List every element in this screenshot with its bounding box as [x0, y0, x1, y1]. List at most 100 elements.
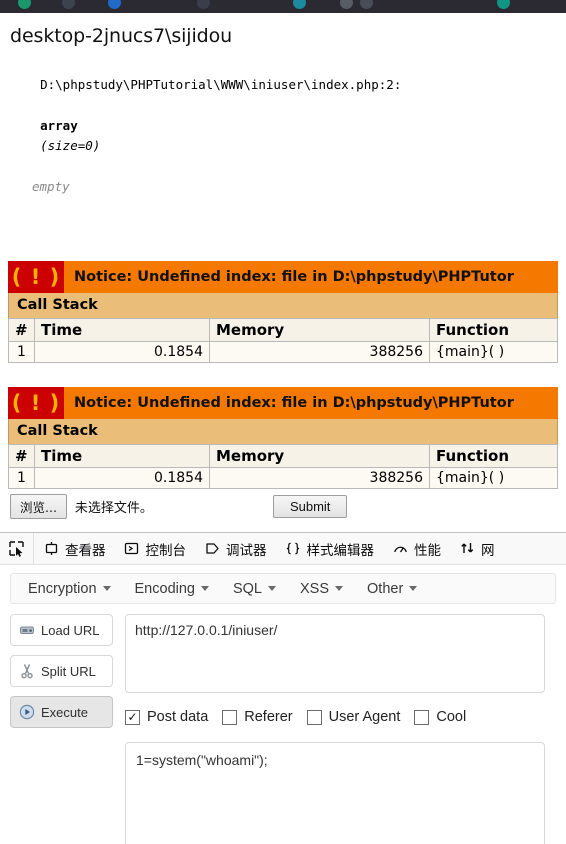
hackbar-menubar: Encryption Encoding SQL XSS Other — [10, 573, 556, 605]
load-url-button[interactable]: Load URL — [10, 614, 113, 647]
td-memory: 388256 — [209, 341, 430, 364]
checkbox-box: ✓ — [125, 709, 140, 725]
execute-button[interactable]: Execute — [10, 696, 113, 729]
menu-label: XSS — [300, 580, 330, 597]
menu-encryption[interactable]: Encryption — [19, 579, 120, 599]
menu-label: Other — [367, 580, 404, 597]
th-function: Function — [429, 444, 558, 469]
checkbox-user-agent[interactable]: User Agent — [306, 709, 401, 726]
th-time: Time — [34, 444, 210, 469]
checkbox-box — [306, 709, 322, 725]
notice-header: ( ! ) Notice: Undefined index: file in D… — [8, 387, 558, 420]
chevron-down-icon — [335, 586, 344, 592]
dump-empty: empty — [32, 178, 70, 194]
browser-icon-3[interactable] — [108, 0, 121, 9]
browser-icon-7[interactable] — [360, 0, 373, 9]
hackbar-url-area: http://127.0.0.1/iniuser/ ✓ Post data Re… — [125, 614, 556, 728]
checkbox-box — [414, 709, 430, 725]
menu-label: Encryption — [28, 580, 97, 597]
checkbox-label: User Agent — [328, 709, 401, 726]
browser-icon-4[interactable] — [197, 0, 210, 9]
call-stack-table: # Time Memory Function 1 0.1854 388256 {… — [8, 444, 558, 490]
checkbox-post-data[interactable]: ✓ Post data — [125, 709, 208, 725]
split-url-button[interactable]: Split URL — [10, 655, 113, 688]
browser-icon-5[interactable] — [293, 0, 306, 9]
load-url-icon — [19, 622, 35, 638]
td-time: 0.1854 — [34, 467, 210, 490]
browser-toolbar-strip — [0, 0, 566, 13]
button-label: Load URL — [41, 622, 100, 638]
network-icon — [459, 541, 475, 557]
xdebug-notice-1: ( ! ) Notice: Undefined index: file in D… — [8, 261, 558, 364]
warning-icon: ( ! ) — [8, 387, 64, 420]
browser-icon-6[interactable] — [340, 0, 353, 9]
dump-file-line: D:\phpstudy\PHPTutorial\WWW\iniuser\inde… — [40, 77, 402, 93]
style-editor-icon — [285, 541, 301, 557]
table-header-row: # Time Memory Function — [8, 318, 558, 343]
hackbar-checkbox-row: ✓ Post data Referer User Agent Cool — [125, 709, 556, 725]
checkbox-label: Referer — [244, 709, 293, 726]
table-row: 1 0.1854 388256 {main}( ) — [8, 467, 558, 490]
td-memory: 388256 — [209, 467, 430, 490]
menu-encoding[interactable]: Encoding — [126, 579, 218, 599]
td-time: 0.1854 — [34, 341, 210, 364]
call-stack-label: Call Stack — [8, 293, 558, 319]
button-label: Execute — [41, 704, 88, 720]
tab-label: 调试器 — [226, 542, 267, 559]
var-dump-block: D:\phpstudy\PHPTutorial\WWW\iniuser\inde… — [8, 55, 558, 237]
checkbox-referer[interactable]: Referer — [222, 709, 293, 726]
notice-message: Notice: Undefined index: file in D:\phps… — [74, 395, 514, 412]
hackbar-body: Load URL Split URL Execute http://127.0.… — [0, 604, 566, 729]
menu-xss[interactable]: XSS — [291, 579, 352, 599]
tab-debugger[interactable]: 调试器 — [195, 533, 276, 564]
element-picker-icon[interactable] — [0, 533, 34, 565]
tab-inspector[interactable]: 查看器 — [34, 533, 115, 564]
debugger-icon — [204, 541, 220, 557]
browser-icon-8[interactable] — [497, 0, 510, 9]
page-content: desktop-2jnucs7\sijidou D:\phpstudy\PHPT… — [0, 13, 566, 525]
url-input[interactable]: http://127.0.0.1/iniuser/ — [125, 614, 545, 694]
th-function: Function — [429, 318, 558, 343]
devtools-panel: 查看器 控制台 调试器 样式编辑器 性能 网 Encryption Encodi… — [0, 532, 566, 844]
tab-label: 性能 — [414, 542, 441, 559]
browse-file-button[interactable]: 浏览... — [10, 494, 67, 520]
th-memory: Memory — [209, 444, 430, 469]
devtools-toolbar: 查看器 控制台 调试器 样式编辑器 性能 网 — [0, 533, 566, 566]
menu-other[interactable]: Other — [358, 579, 426, 599]
th-number: # — [8, 444, 35, 469]
dump-type: array — [40, 117, 78, 133]
tab-performance[interactable]: 性能 — [383, 533, 450, 564]
menu-sql[interactable]: SQL — [224, 579, 285, 599]
play-icon — [19, 704, 35, 720]
call-stack-label: Call Stack — [8, 419, 558, 445]
td-number: 1 — [8, 467, 35, 490]
tab-label: 网 — [481, 542, 495, 559]
whoami-output: desktop-2jnucs7\sijidou — [10, 25, 233, 47]
th-number: # — [8, 318, 35, 343]
tab-style-editor[interactable]: 样式编辑器 — [276, 533, 384, 564]
submit-button[interactable]: Submit — [272, 495, 348, 519]
notice-header: ( ! ) Notice: Undefined index: file in D… — [8, 261, 558, 294]
menu-label: Encoding — [134, 580, 195, 597]
table-header-row: # Time Memory Function — [8, 444, 558, 469]
browser-icon-2[interactable] — [62, 0, 75, 9]
xdebug-notice-2: ( ! ) Notice: Undefined index: file in D… — [8, 387, 558, 490]
browser-icon-1[interactable] — [18, 0, 31, 9]
hackbar-panel: Encryption Encoding SQL XSS Other Load U… — [0, 565, 566, 844]
td-function: {main}( ) — [429, 467, 558, 490]
checkbox-label: Cool — [436, 709, 467, 726]
table-row: 1 0.1854 388256 {main}( ) — [8, 341, 558, 364]
chevron-down-icon — [409, 586, 418, 592]
notice-message: Notice: Undefined index: file in D:\phps… — [74, 269, 514, 286]
post-data-input[interactable]: 1=system("whoami"); — [125, 742, 545, 844]
tab-network[interactable]: 网 — [450, 533, 504, 564]
chevron-down-icon — [102, 586, 111, 592]
td-number: 1 — [8, 341, 35, 364]
checkbox-box — [222, 709, 238, 725]
tab-console[interactable]: 控制台 — [115, 533, 196, 564]
no-file-selected-label: 未选择文件。 — [74, 501, 153, 517]
checkbox-cookies[interactable]: Cool — [414, 709, 466, 725]
tab-label: 样式编辑器 — [306, 542, 375, 559]
call-stack-table: # Time Memory Function 1 0.1854 388256 {… — [8, 318, 558, 364]
button-label: Split URL — [41, 663, 96, 679]
